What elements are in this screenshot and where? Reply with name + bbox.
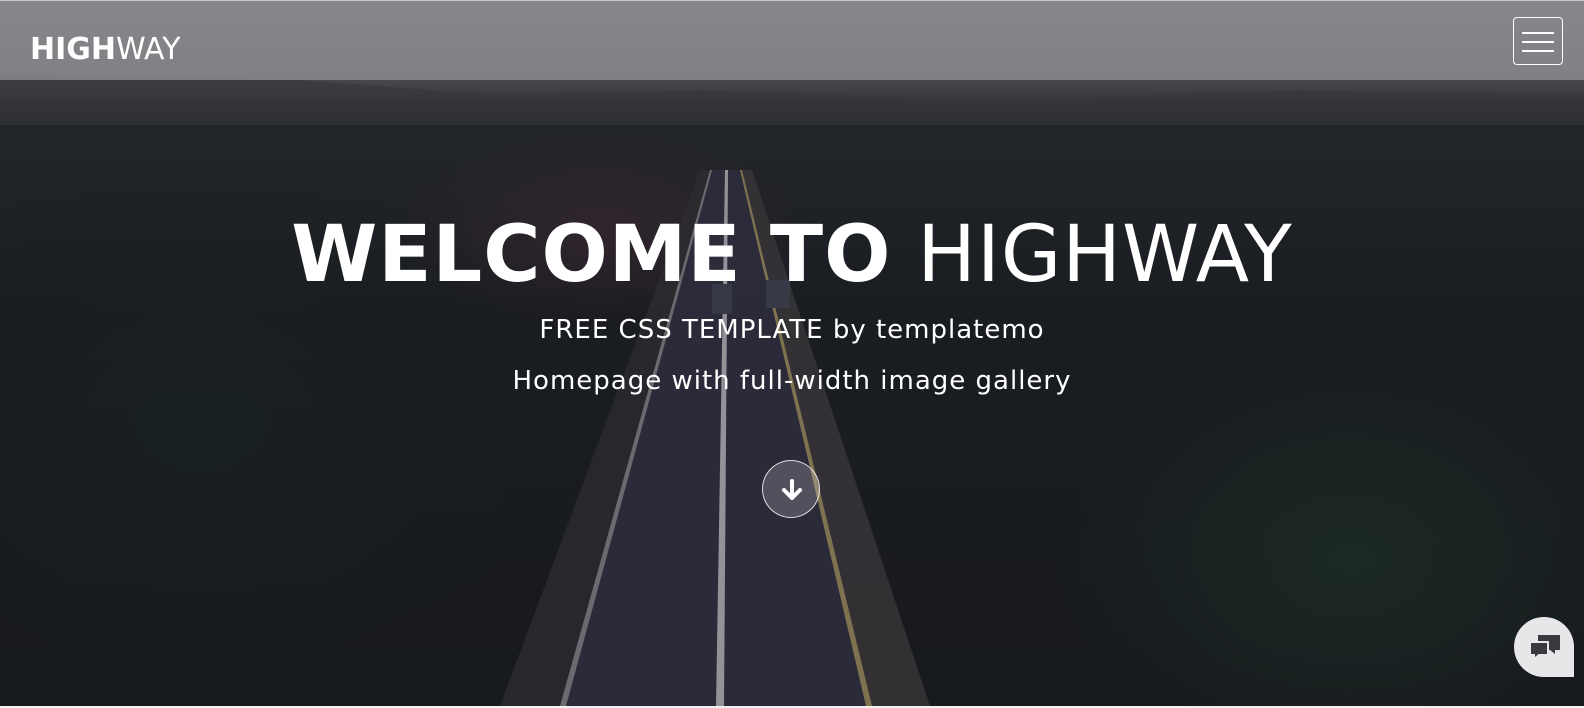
chat-widget-button[interactable] <box>1514 617 1574 677</box>
navbar: HIGHWAY <box>0 0 1584 80</box>
menu-toggle-button[interactable] <box>1513 17 1563 65</box>
scroll-down-button[interactable] <box>762 460 820 518</box>
brand-logo-light: WAY <box>116 32 181 67</box>
arrow-down-icon <box>782 479 802 500</box>
hero-headline-light: HIGHWAY <box>917 210 1293 300</box>
hero-headline: WELCOME TO HIGHWAY <box>0 210 1584 300</box>
hero-headline-bold: WELCOME TO <box>291 210 892 300</box>
hero-background-image <box>0 0 1584 706</box>
hero-tagline: Homepage with full-width image gallery <box>512 366 1072 396</box>
chat-bubbles-icon <box>1529 635 1560 662</box>
brand-logo-bold: HIGH <box>30 32 117 67</box>
hero-overlay <box>0 0 1584 706</box>
page: HIGHWAY WELCOME TO HIGHWAY FREE CSS TEMP… <box>0 0 1584 708</box>
hero-subtitle: FREE CSS TEMPLATE by templatemo <box>539 315 1045 345</box>
brand-logo[interactable]: HIGHWAY <box>30 35 181 65</box>
